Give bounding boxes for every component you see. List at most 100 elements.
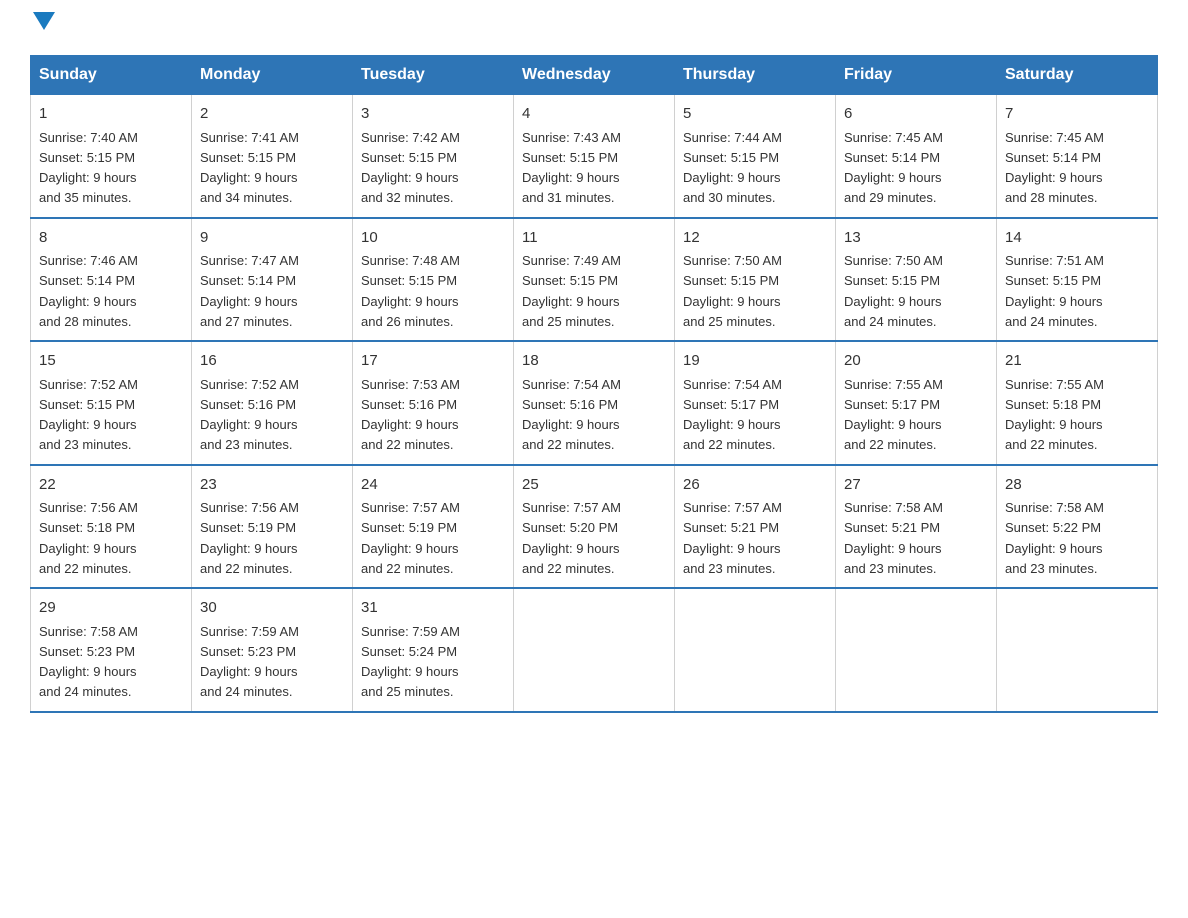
calendar-cell: 10 Sunrise: 7:48 AMSunset: 5:15 PMDayligh… [353, 218, 514, 342]
day-info: Sunrise: 7:42 AMSunset: 5:15 PMDaylight:… [361, 130, 460, 206]
day-info: Sunrise: 7:55 AMSunset: 5:18 PMDaylight:… [1005, 377, 1104, 453]
day-info: Sunrise: 7:57 AMSunset: 5:21 PMDaylight:… [683, 500, 782, 576]
header-row: SundayMondayTuesdayWednesdayThursdayFrid… [31, 56, 1158, 95]
calendar-week-4: 22Sunrise: 7:56 AMSunset: 5:18 PMDayligh… [31, 465, 1158, 589]
day-info: Sunrise: 7:58 AMSunset: 5:22 PMDaylight:… [1005, 500, 1104, 576]
day-info: Sunrise: 7:45 AMSunset: 5:14 PMDaylight:… [1005, 130, 1104, 206]
day-info: Sunrise: 7:44 AMSunset: 5:15 PMDaylight:… [683, 130, 782, 206]
day-number: 15 [39, 350, 183, 373]
day-info: Sunrise: 7:47 AMSunset: 5:14 PMDaylight:… [200, 253, 299, 329]
day-info: Sunrise: 7:41 AMSunset: 5:15 PMDaylight:… [200, 130, 299, 206]
day-number: 5 [683, 103, 827, 126]
day-number: 16 [200, 350, 344, 373]
day-number: 22 [39, 474, 183, 497]
day-number: 17 [361, 350, 505, 373]
day-number: 1 [39, 103, 183, 126]
calendar-cell [836, 588, 997, 712]
header-saturday: Saturday [997, 56, 1158, 95]
calendar-cell: 12Sunrise: 7:50 AMSunset: 5:15 PMDayligh… [675, 218, 836, 342]
day-info: Sunrise: 7:50 AMSunset: 5:15 PMDaylight:… [683, 253, 782, 329]
day-info: Sunrise: 7:43 AMSunset: 5:15 PMDaylight:… [522, 130, 621, 206]
calendar-table: SundayMondayTuesdayWednesdayThursdayFrid… [30, 55, 1158, 713]
logo-triangle-icon [33, 12, 55, 30]
day-number: 19 [683, 350, 827, 373]
day-info: Sunrise: 7:57 AMSunset: 5:20 PMDaylight:… [522, 500, 621, 576]
day-number: 8 [39, 227, 183, 250]
header-thursday: Thursday [675, 56, 836, 95]
calendar-cell: 11 Sunrise: 7:49 AMSunset: 5:15 PMDayligh… [514, 218, 675, 342]
day-number: 29 [39, 597, 183, 620]
calendar-cell: 6Sunrise: 7:45 AMSunset: 5:14 PMDaylight… [836, 95, 997, 218]
day-info: Sunrise: 7:58 AMSunset: 5:23 PMDaylight:… [39, 624, 138, 700]
calendar-cell: 17 Sunrise: 7:53 AMSunset: 5:16 PMDayligh… [353, 341, 514, 465]
calendar-cell: 14 Sunrise: 7:51 AMSunset: 5:15 PMDayligh… [997, 218, 1158, 342]
calendar-cell: 3 Sunrise: 7:42 AMSunset: 5:15 PMDaylight… [353, 95, 514, 218]
calendar-cell: 13 Sunrise: 7:50 AMSunset: 5:15 PMDayligh… [836, 218, 997, 342]
calendar-week-1: 1 Sunrise: 7:40 AMSunset: 5:15 PMDaylight… [31, 95, 1158, 218]
day-number: 7 [1005, 103, 1149, 126]
day-number: 24 [361, 474, 505, 497]
header-friday: Friday [836, 56, 997, 95]
day-info: Sunrise: 7:59 AMSunset: 5:24 PMDaylight:… [361, 624, 460, 700]
day-number: 10 [361, 227, 505, 250]
day-info: Sunrise: 7:52 AMSunset: 5:16 PMDaylight:… [200, 377, 299, 453]
day-number: 27 [844, 474, 988, 497]
calendar-cell: 2 Sunrise: 7:41 AMSunset: 5:15 PMDaylight… [192, 95, 353, 218]
logo [30, 20, 55, 35]
calendar-cell: 22Sunrise: 7:56 AMSunset: 5:18 PMDayligh… [31, 465, 192, 589]
calendar-cell: 23Sunrise: 7:56 AMSunset: 5:19 PMDayligh… [192, 465, 353, 589]
calendar-body: 1 Sunrise: 7:40 AMSunset: 5:15 PMDaylight… [31, 95, 1158, 712]
calendar-cell: 27Sunrise: 7:58 AMSunset: 5:21 PMDayligh… [836, 465, 997, 589]
calendar-cell: 21 Sunrise: 7:55 AMSunset: 5:18 PMDayligh… [997, 341, 1158, 465]
calendar-week-5: 29 Sunrise: 7:58 AMSunset: 5:23 PMDayligh… [31, 588, 1158, 712]
page-header [30, 20, 1158, 35]
calendar-header: SundayMondayTuesdayWednesdayThursdayFrid… [31, 56, 1158, 95]
day-number: 14 [1005, 227, 1149, 250]
day-info: Sunrise: 7:48 AMSunset: 5:15 PMDaylight:… [361, 253, 460, 329]
calendar-cell: 8 Sunrise: 7:46 AMSunset: 5:14 PMDaylight… [31, 218, 192, 342]
day-info: Sunrise: 7:56 AMSunset: 5:19 PMDaylight:… [200, 500, 299, 576]
day-number: 30 [200, 597, 344, 620]
day-info: Sunrise: 7:53 AMSunset: 5:16 PMDaylight:… [361, 377, 460, 453]
calendar-cell: 7 Sunrise: 7:45 AMSunset: 5:14 PMDaylight… [997, 95, 1158, 218]
day-info: Sunrise: 7:57 AMSunset: 5:19 PMDaylight:… [361, 500, 460, 576]
day-info: Sunrise: 7:46 AMSunset: 5:14 PMDaylight:… [39, 253, 138, 329]
calendar-cell: 29 Sunrise: 7:58 AMSunset: 5:23 PMDayligh… [31, 588, 192, 712]
calendar-cell: 15Sunrise: 7:52 AMSunset: 5:15 PMDayligh… [31, 341, 192, 465]
day-number: 26 [683, 474, 827, 497]
day-number: 11 [522, 227, 666, 250]
day-number: 20 [844, 350, 988, 373]
day-number: 21 [1005, 350, 1149, 373]
day-info: Sunrise: 7:45 AMSunset: 5:14 PMDaylight:… [844, 130, 943, 206]
calendar-cell: 30 Sunrise: 7:59 AMSunset: 5:23 PMDayligh… [192, 588, 353, 712]
day-number: 4 [522, 103, 666, 126]
day-number: 28 [1005, 474, 1149, 497]
day-number: 3 [361, 103, 505, 126]
day-number: 31 [361, 597, 505, 620]
day-info: Sunrise: 7:59 AMSunset: 5:23 PMDaylight:… [200, 624, 299, 700]
day-number: 9 [200, 227, 344, 250]
day-info: Sunrise: 7:54 AMSunset: 5:17 PMDaylight:… [683, 377, 782, 453]
day-info: Sunrise: 7:55 AMSunset: 5:17 PMDaylight:… [844, 377, 943, 453]
day-number: 18 [522, 350, 666, 373]
day-number: 13 [844, 227, 988, 250]
header-monday: Monday [192, 56, 353, 95]
calendar-week-2: 8 Sunrise: 7:46 AMSunset: 5:14 PMDaylight… [31, 218, 1158, 342]
day-info: Sunrise: 7:49 AMSunset: 5:15 PMDaylight:… [522, 253, 621, 329]
day-info: Sunrise: 7:54 AMSunset: 5:16 PMDaylight:… [522, 377, 621, 453]
calendar-cell: 26 Sunrise: 7:57 AMSunset: 5:21 PMDayligh… [675, 465, 836, 589]
calendar-week-3: 15Sunrise: 7:52 AMSunset: 5:15 PMDayligh… [31, 341, 1158, 465]
day-info: Sunrise: 7:50 AMSunset: 5:15 PMDaylight:… [844, 253, 943, 329]
calendar-cell: 25Sunrise: 7:57 AMSunset: 5:20 PMDayligh… [514, 465, 675, 589]
calendar-cell: 9 Sunrise: 7:47 AMSunset: 5:14 PMDaylight… [192, 218, 353, 342]
calendar-cell: 4 Sunrise: 7:43 AMSunset: 5:15 PMDaylight… [514, 95, 675, 218]
header-tuesday: Tuesday [353, 56, 514, 95]
day-number: 2 [200, 103, 344, 126]
calendar-cell: 20 Sunrise: 7:55 AMSunset: 5:17 PMDayligh… [836, 341, 997, 465]
calendar-cell: 5 Sunrise: 7:44 AMSunset: 5:15 PMDaylight… [675, 95, 836, 218]
day-info: Sunrise: 7:40 AMSunset: 5:15 PMDaylight:… [39, 130, 138, 206]
calendar-cell: 1 Sunrise: 7:40 AMSunset: 5:15 PMDaylight… [31, 95, 192, 218]
calendar-cell: 28 Sunrise: 7:58 AMSunset: 5:22 PMDayligh… [997, 465, 1158, 589]
day-info: Sunrise: 7:51 AMSunset: 5:15 PMDaylight:… [1005, 253, 1104, 329]
calendar-cell: 31 Sunrise: 7:59 AMSunset: 5:24 PMDayligh… [353, 588, 514, 712]
